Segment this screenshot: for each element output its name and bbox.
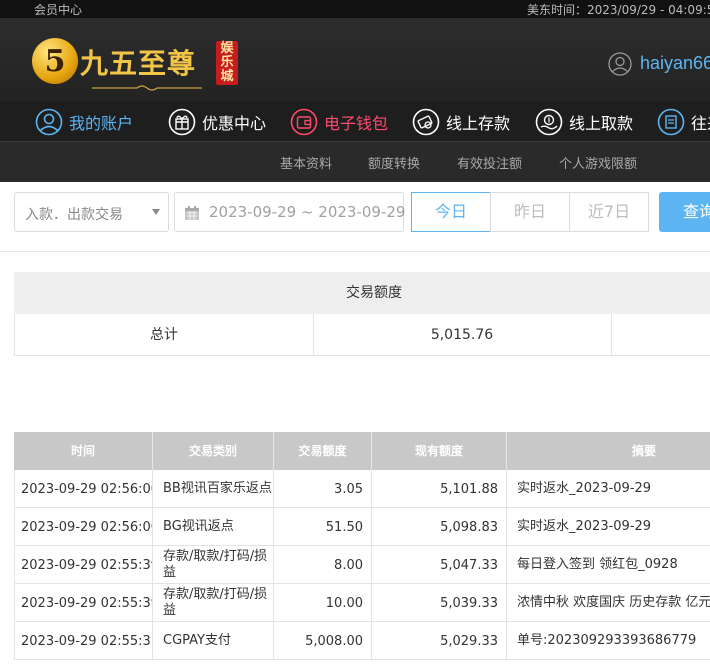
cell-balance: 5,101.88 xyxy=(372,470,507,508)
header-time: 时间 xyxy=(14,432,153,470)
cell-time: 2023-09-29 02:55:31 xyxy=(14,622,153,660)
main-nav: 我的账户 优惠中心 电子钱包 线上存款 线上取款 往 xyxy=(0,102,710,142)
cell-time: 2023-09-29 02:55:39 xyxy=(14,546,153,584)
wallet-icon xyxy=(290,108,318,136)
subnav-valid-bets[interactable]: 有效投注额 xyxy=(457,153,522,172)
sub-nav: 基本资料 额度转换 有效投注额 个人游戏限额 xyxy=(0,142,710,182)
nav-promotions[interactable]: 优惠中心 xyxy=(168,102,266,142)
deposit-icon xyxy=(412,108,440,136)
last-7-days-button[interactable]: 近7日 xyxy=(569,192,649,232)
cell-time: 2023-09-29 02:55:39 xyxy=(14,584,153,622)
top-info-bar: 会员中心 美东时间：2023/09/29 - 04:09:56 xyxy=(0,0,710,18)
nav-online-deposit-label: 线上存款 xyxy=(446,114,511,133)
cell-amount: 3.05 xyxy=(274,470,372,508)
nav-my-account-label: 我的账户 xyxy=(69,114,134,133)
site-header: 5 九五至尊 娱乐城 haiyan666 xyxy=(0,18,710,102)
avatar-icon xyxy=(608,52,632,76)
table-row xyxy=(14,660,710,667)
summary-value: 5,015.76 xyxy=(430,327,494,343)
subnav-game-limits[interactable]: 个人游戏限额 xyxy=(559,153,637,172)
table-row: 2023-09-29 02:55:31 CGPAY支付 5,008.00 5,0… xyxy=(14,622,710,660)
member-center-link[interactable]: 会员中心 xyxy=(34,1,82,18)
cell-balance: 5,047.33 xyxy=(372,546,507,584)
cell-summary: 实时返水_2023-09-29 xyxy=(507,508,710,546)
cell-summary: 实时返水_2023-09-29 xyxy=(507,470,710,508)
calendar-icon xyxy=(185,206,199,220)
cell-amount: 5,008.00 xyxy=(274,622,372,660)
yesterday-button[interactable]: 昨日 xyxy=(490,192,570,232)
subnav-basic-info[interactable]: 基本资料 xyxy=(280,153,332,172)
cell-amount: 8.00 xyxy=(274,546,372,584)
nav-online-withdraw-label: 线上取款 xyxy=(569,114,634,133)
header-summary: 摘要 xyxy=(507,432,710,470)
cell-time: 2023-09-29 02:56:00 xyxy=(14,508,153,546)
header-type: 交易类别 xyxy=(153,432,274,470)
cell-type: BB视讯百家乐返点 xyxy=(153,470,274,508)
summary-divider xyxy=(611,314,612,356)
header-amount: 交易额度 xyxy=(274,432,372,470)
cell-amount: 51.50 xyxy=(274,508,372,546)
logo-badge: 5 xyxy=(32,38,78,84)
nav-online-withdraw[interactable]: 线上取款 xyxy=(535,102,633,142)
nav-e-wallet[interactable]: 电子钱包 xyxy=(290,102,388,142)
transaction-table: 时间 交易类别 交易额度 现有额度 摘要 2023-09-29 02:56:00… xyxy=(14,432,710,667)
cell-summary: 单号:202309293393686779 xyxy=(507,622,710,660)
logo-stamp: 娱乐城 xyxy=(216,41,238,85)
records-icon xyxy=(657,108,685,136)
nav-online-deposit[interactable]: 线上存款 xyxy=(412,102,510,142)
today-button[interactable]: 今日 xyxy=(411,192,491,232)
summary-row: 总计 5,015.76 xyxy=(14,314,710,356)
nav-transaction-records[interactable]: 往来记录 xyxy=(657,102,710,142)
filter-bar: 入款．出款交易 2023-09-29 ~ 2023-09-29 今日 昨日 近7… xyxy=(0,182,710,252)
eastern-time-display: 美东时间：2023/09/29 - 04:09:56 xyxy=(527,3,710,17)
header-balance: 现有额度 xyxy=(372,432,507,470)
user-circle-icon xyxy=(35,108,63,136)
transaction-type-value: 入款．出款交易 xyxy=(25,207,123,223)
table-row: 2023-09-29 02:55:39 存款/取款/打码/损益 8.00 5,0… xyxy=(14,546,710,584)
cell-time: 2023-09-29 02:56:00 xyxy=(14,470,153,508)
site-logo[interactable]: 5 九五至尊 娱乐城 xyxy=(32,38,247,98)
summary-table: 交易额度 总计 5,015.76 xyxy=(14,272,710,356)
withdraw-icon xyxy=(535,108,563,136)
nav-my-account[interactable]: 我的账户 xyxy=(35,102,133,142)
table-row: 2023-09-29 02:55:39 存款/取款/打码/损益 10.00 5,… xyxy=(14,584,710,622)
cell-type: CGPAY支付 xyxy=(153,622,274,660)
cell-type: 存款/取款/打码/损益 xyxy=(153,584,274,622)
cell-amount: 10.00 xyxy=(274,584,372,622)
table-header-row: 时间 交易类别 交易额度 现有额度 摘要 xyxy=(14,432,710,470)
nav-e-wallet-label: 电子钱包 xyxy=(324,114,389,133)
cell-balance: 5,029.33 xyxy=(372,622,507,660)
cell-balance: 5,098.83 xyxy=(372,508,507,546)
summary-header: 交易额度 xyxy=(14,272,710,314)
summary-label: 总计 xyxy=(150,327,178,343)
subnav-balance-transfer[interactable]: 额度转换 xyxy=(368,153,420,172)
table-row: 2023-09-29 02:56:00 BG视讯返点 51.50 5,098.8… xyxy=(14,508,710,546)
cell-type: 存款/取款/打码/损益 xyxy=(153,546,274,584)
query-button[interactable]: 查询 xyxy=(659,192,710,232)
member-center-page: 会员中心 美东时间：2023/09/29 - 04:09:56 5 九五至尊 娱… xyxy=(0,0,710,667)
date-range-value: 2023-09-29 ~ 2023-09-29 xyxy=(209,203,406,221)
transaction-type-select[interactable]: 入款．出款交易 xyxy=(14,192,169,232)
cell-summary: 浓情中秋 欢度国庆 历史存款 亿元 xyxy=(507,584,710,622)
cell-type: BG视讯返点 xyxy=(153,508,274,546)
date-range-input[interactable]: 2023-09-29 ~ 2023-09-29 xyxy=(174,192,406,232)
nav-transaction-records-label: 往来记录 xyxy=(691,114,710,133)
cell-balance: 5,039.33 xyxy=(372,584,507,622)
gift-icon xyxy=(168,108,196,136)
nav-promotions-label: 优惠中心 xyxy=(202,114,267,133)
caret-down-icon xyxy=(152,209,160,215)
logo-ornament-icon xyxy=(92,85,202,91)
table-row: 2023-09-29 02:56:00 BB视讯百家乐返点 3.05 5,101… xyxy=(14,470,710,508)
username[interactable]: haiyan666 xyxy=(640,53,710,74)
logo-name: 九五至尊 xyxy=(80,47,197,80)
cell-summary: 每日登入签到 领红包_0928 xyxy=(507,546,710,584)
